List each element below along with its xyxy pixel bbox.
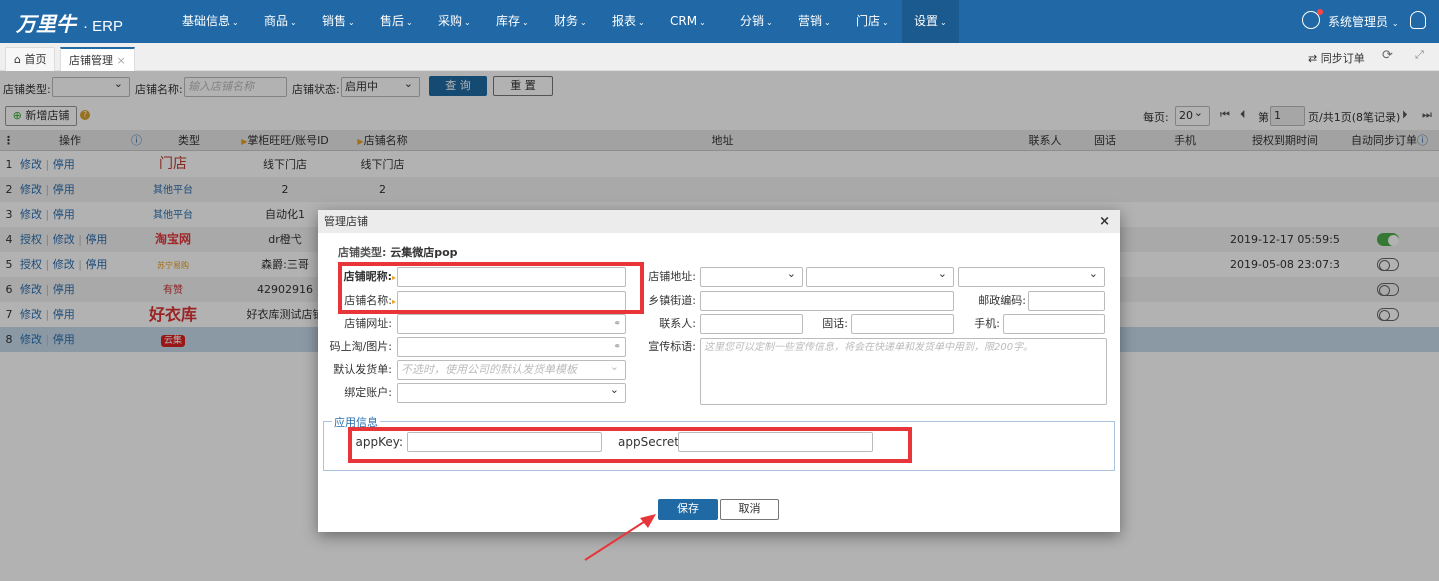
annotation-arrow [584,514,656,561]
